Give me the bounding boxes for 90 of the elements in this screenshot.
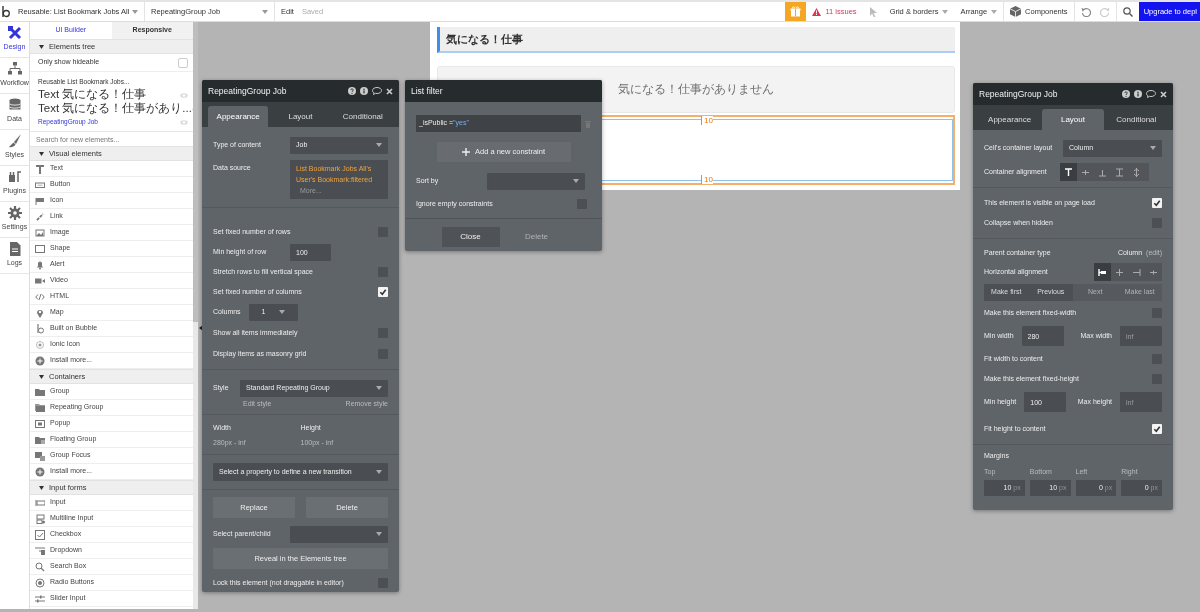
- logo-icon: [35, 323, 45, 334]
- caret-icon: [1150, 146, 1156, 150]
- align-right-icon: [1132, 267, 1141, 277]
- plus-icon: [35, 355, 45, 366]
- margin-label: 10: [701, 116, 713, 125]
- pin-icon: [35, 307, 45, 318]
- plug-icon: [7, 170, 22, 185]
- flag-icon: [35, 195, 45, 206]
- caret-icon: [376, 532, 382, 536]
- caret-icon: [376, 143, 382, 147]
- design-icon: [7, 26, 22, 41]
- radio-icon: [35, 577, 45, 588]
- logo-icon: [2, 5, 10, 18]
- slider-icon: [35, 593, 45, 604]
- caret-icon: [132, 9, 138, 14]
- gift-icon: [790, 6, 802, 17]
- expand-triangle-icon[interactable]: [39, 485, 44, 490]
- cursor-icon[interactable]: [868, 6, 878, 17]
- brush-icon: [7, 134, 22, 149]
- margin-label: 10: [701, 175, 713, 184]
- align-bottom-icon: [1097, 167, 1107, 177]
- square-icon: [35, 243, 45, 254]
- alignment-toggle[interactable]: [1059, 163, 1077, 181]
- caret-icon: [942, 9, 949, 14]
- focus-icon: [35, 450, 45, 461]
- caret-icon: [991, 9, 998, 14]
- checkbox[interactable]: [1152, 198, 1162, 208]
- plus-icon: [461, 148, 470, 156]
- dropdown-icon: [35, 545, 45, 556]
- cube-icon: [1010, 6, 1022, 17]
- database-icon: [7, 98, 22, 113]
- panel-tab[interactable]: Layout: [1042, 109, 1104, 130]
- close-icon[interactable]: [1160, 90, 1167, 98]
- info-icon[interactable]: [360, 87, 368, 95]
- expand-triangle-icon[interactable]: [39, 44, 44, 49]
- document-icon: [7, 242, 22, 257]
- search-icon[interactable]: [1122, 6, 1133, 17]
- checkbox[interactable]: [378, 287, 388, 297]
- caret-icon: [376, 386, 382, 390]
- info-icon[interactable]: [1134, 90, 1142, 98]
- panel-button[interactable]: Close: [441, 227, 500, 247]
- panel-title: RepeatingGroup Job: [979, 87, 1058, 101]
- align-center-icon: [1080, 167, 1090, 177]
- panel-tab[interactable]: Layout: [270, 106, 331, 127]
- alignment-toggle[interactable]: [1094, 263, 1111, 281]
- workflow-icon: [7, 62, 22, 77]
- gear-icon: [7, 206, 22, 221]
- panel-tab[interactable]: Appearance: [208, 106, 269, 127]
- close-icon[interactable]: [386, 87, 393, 95]
- text-icon: [35, 163, 45, 174]
- caret-icon: [262, 9, 268, 14]
- folder-icon: [35, 402, 45, 413]
- circle-icon: [35, 339, 45, 350]
- comment-icon[interactable]: [1146, 90, 1156, 98]
- scrollbar[interactable]: [193, 22, 198, 322]
- caret-icon: [376, 470, 382, 474]
- align-left-icon: [1098, 267, 1107, 277]
- comment-icon[interactable]: [372, 87, 382, 95]
- align-top-icon: [1063, 167, 1073, 177]
- caret-icon: [278, 310, 285, 314]
- plus-icon: [35, 466, 45, 477]
- align-stretch-icon: [1114, 167, 1124, 177]
- panel-title: RepeatingGroup Job: [208, 84, 287, 98]
- checkbox-icon: [35, 529, 45, 540]
- tree-item[interactable]: Text 気になる！仕事があり...: [38, 100, 192, 118]
- folder-icon: [35, 434, 45, 445]
- input-icon: [35, 497, 45, 508]
- panel-tab[interactable]: Conditional: [332, 106, 393, 127]
- align-center-icon: [1115, 267, 1124, 277]
- panel-tab[interactable]: Conditional: [1105, 109, 1167, 130]
- help-icon[interactable]: [348, 87, 356, 95]
- page-heading: 気になる！仕事: [437, 27, 955, 53]
- align-spread-icon: [1131, 167, 1141, 177]
- expand-triangle-icon[interactable]: [39, 374, 44, 379]
- caret-icon: [573, 179, 579, 183]
- bell-icon: [35, 259, 45, 270]
- gift-button[interactable]: [785, 2, 807, 21]
- expand-triangle-icon[interactable]: [39, 151, 44, 156]
- panel-tab[interactable]: Appearance: [979, 109, 1041, 130]
- button-icon: [35, 179, 45, 190]
- image-icon: [35, 227, 45, 238]
- code-icon: [35, 291, 45, 302]
- folder-icon: [35, 386, 45, 397]
- help-icon[interactable]: [1122, 90, 1130, 98]
- search-icon: [35, 561, 45, 572]
- undo-icon[interactable]: [1080, 6, 1091, 17]
- popup-icon: [35, 418, 45, 429]
- checkbox[interactable]: [1152, 424, 1162, 434]
- warning-icon: [812, 7, 822, 16]
- multiline-icon: [35, 513, 45, 524]
